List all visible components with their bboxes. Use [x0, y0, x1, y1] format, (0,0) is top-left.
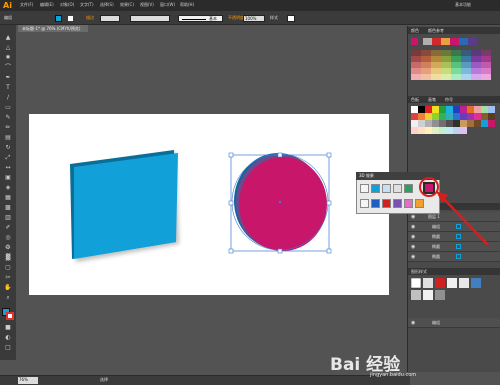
app-logo: Ai — [3, 1, 12, 10]
blend-tool-icon[interactable]: ◎ — [4, 234, 12, 241]
watermark-url: jingyan.baidu.com — [370, 372, 417, 378]
fill-swatch[interactable] — [55, 15, 62, 22]
menu-view[interactable]: 视图(V) — [140, 2, 154, 8]
document-tab[interactable]: 未标题-1* @ 76% (CMYK/预览) — [18, 25, 88, 32]
line-tool-icon[interactable]: ∕ — [4, 94, 12, 101]
symbol-sprayer-tool-icon[interactable]: ❂ — [4, 244, 12, 251]
sublayer-name: 编组 — [432, 320, 440, 325]
color-guide-grid[interactable] — [411, 38, 497, 94]
screen-mode-icon[interactable]: □ — [4, 344, 12, 351]
handle-middle-left[interactable] — [228, 200, 234, 206]
highlight-circle — [419, 177, 439, 197]
selection-type-label: 编组 — [4, 15, 12, 20]
center-point — [278, 200, 282, 204]
rotate-tool-icon[interactable]: ↻ — [4, 144, 12, 151]
menu-help[interactable]: 帮助(H) — [180, 2, 194, 8]
eyedropper-tool-icon[interactable]: ✐ — [4, 224, 12, 231]
annotation-overlay — [419, 177, 489, 246]
free-transform-tool-icon[interactable]: ▣ — [4, 174, 12, 181]
layer-target-icon[interactable] — [456, 254, 461, 259]
3d-preset-1[interactable] — [360, 184, 369, 193]
3d-preset-2[interactable] — [371, 184, 380, 193]
swatch-grid[interactable] — [411, 106, 497, 166]
tab-swatches[interactable]: 色板 — [411, 97, 419, 103]
hand-tool-icon[interactable]: ✋ — [4, 284, 12, 291]
3d-preset-8[interactable] — [371, 199, 380, 208]
lasso-tool-icon[interactable]: ⌒ — [4, 64, 12, 71]
color-mode-icon[interactable]: ■ — [4, 324, 12, 331]
opacity-field[interactable]: 100% — [243, 15, 265, 22]
tab-brushes[interactable]: 画笔 — [428, 97, 436, 103]
tab-graphic-styles[interactable]: 图形样式 — [411, 269, 427, 275]
slice-tool-icon[interactable]: ✂ — [4, 274, 12, 281]
3d-preset-3[interactable] — [382, 184, 391, 193]
handle-top-right[interactable] — [326, 152, 332, 158]
eye-icon[interactable]: ◉ — [411, 254, 415, 260]
tab-color-guide[interactable]: 颜色参考 — [428, 28, 444, 34]
stroke-width-field[interactable] — [100, 15, 120, 22]
graphic-styles-grid[interactable] — [410, 277, 497, 304]
opacity-label: 不透明度 — [228, 15, 244, 20]
menu-edit[interactable]: 编辑(E) — [40, 2, 54, 8]
status-bar — [0, 375, 410, 385]
artboard-tool-icon[interactable]: ▢ — [4, 264, 12, 271]
graphic-style-picker[interactable] — [287, 15, 295, 22]
handle-bottom-right[interactable] — [326, 248, 332, 254]
perspective-grid-tool-icon[interactable]: ▦ — [4, 194, 12, 201]
menu-type[interactable]: 文字(T) — [80, 2, 94, 8]
selection-tool-icon[interactable]: ▲ — [4, 34, 12, 41]
layer-item-name: 椭圆 — [432, 254, 440, 259]
menu-file[interactable]: 文件(F) — [20, 2, 33, 8]
status-tool: 选择 — [100, 377, 108, 382]
arrow-line — [439, 194, 489, 246]
stroke-label: 描边 — [86, 15, 94, 20]
3d-effects-title: 3D 效果 — [359, 173, 374, 178]
graph-tool-icon[interactable]: ▓ — [4, 254, 12, 261]
workspace-switcher[interactable]: 基本功能 — [455, 2, 471, 8]
swatches-panel-tabs — [408, 96, 500, 103]
handle-middle-right[interactable] — [326, 200, 332, 206]
sublayer-row[interactable]: ◉ 编组 — [408, 318, 500, 328]
style-label: 样式 — [270, 15, 278, 20]
magenta-3d-circle[interactable] — [239, 157, 327, 251]
mesh-tool-icon[interactable]: ▩ — [4, 204, 12, 211]
zoom-tool-icon[interactable]: ⌕ — [4, 294, 12, 301]
paintbrush-tool-icon[interactable]: ✎ — [4, 114, 12, 121]
handle-top-middle[interactable] — [277, 152, 283, 158]
eye-icon[interactable]: ◉ — [411, 320, 415, 326]
rectangle-tool-icon[interactable]: ▭ — [4, 104, 12, 111]
pencil-tool-icon[interactable]: ✏ — [4, 124, 12, 131]
handle-top-left[interactable] — [228, 152, 234, 158]
scale-tool-icon[interactable]: ⤢ — [4, 154, 12, 161]
pen-tool-icon[interactable]: ✒ — [4, 74, 12, 81]
handle-bottom-middle[interactable] — [277, 248, 283, 254]
menu-window[interactable]: 窗口(W) — [160, 2, 175, 8]
width-tool-icon[interactable]: ↔ — [4, 164, 12, 171]
tab-color[interactable]: 颜色 — [411, 28, 419, 34]
3d-preset-7[interactable] — [360, 199, 369, 208]
cyan-3d-rectangle[interactable] — [74, 153, 178, 259]
3d-preset-9[interactable] — [382, 199, 391, 208]
menu-select[interactable]: 选择(S) — [100, 2, 114, 8]
draw-mode-icon[interactable]: ◐ — [4, 334, 12, 341]
gradient-tool-icon[interactable]: ▥ — [4, 214, 12, 221]
menu-object[interactable]: 对象(O) — [60, 2, 74, 8]
stroke-swatch[interactable] — [67, 15, 74, 22]
artwork-canvas[interactable] — [29, 114, 389, 295]
handle-bottom-left[interactable] — [228, 248, 234, 254]
magic-wand-tool-icon[interactable]: ✸ — [4, 54, 12, 61]
brush-definition[interactable]: 基本 — [178, 15, 223, 22]
tab-symbols[interactable]: 符号 — [445, 97, 453, 103]
zoom-field[interactable]: 76% — [18, 377, 38, 384]
shape-builder-tool-icon[interactable]: ◈ — [4, 184, 12, 191]
direct-selection-tool-icon[interactable]: △ — [4, 44, 12, 51]
type-tool-icon[interactable]: T — [4, 84, 12, 91]
stroke-color-icon[interactable] — [6, 312, 14, 320]
eraser-tool-icon[interactable]: ▤ — [4, 134, 12, 141]
variable-width-profile[interactable] — [130, 15, 170, 22]
menu-bar — [0, 0, 500, 11]
color-panel-tabs — [408, 27, 500, 34]
menu-effect[interactable]: 效果(C) — [120, 2, 134, 8]
layer-item-row[interactable]: ◉ 椭圆 — [408, 252, 500, 262]
